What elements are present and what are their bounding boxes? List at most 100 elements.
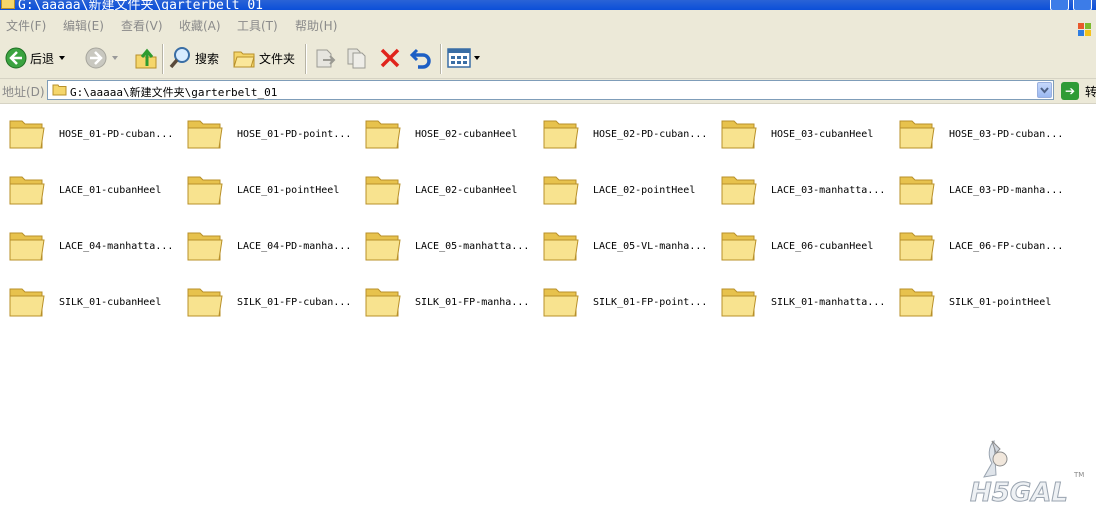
folders-icon (233, 51, 255, 68)
folder-icon (899, 288, 935, 317)
folder-name: LACE_02-pointHeel (593, 185, 696, 196)
folder-item[interactable]: LACE_03-manhatta... (716, 165, 894, 211)
folder-item[interactable]: LACE_04-manhatta... (4, 221, 182, 267)
folder-item[interactable]: SILK_01-manhatta... (716, 277, 894, 323)
chevron-down-icon[interactable] (59, 56, 66, 60)
folder-icon (721, 288, 757, 317)
file-list: HOSE_01-PD-cuban... HOSE_01-PD-point... HO… (0, 104, 1096, 507)
folder-icon (543, 120, 579, 149)
go-button[interactable]: ➔ 转 (1061, 82, 1096, 100)
folder-name: SILK_01-FP-point... (593, 297, 708, 308)
title-bar: G:\aaaaa\新建文件夹\garterbelt_01 (0, 0, 1096, 10)
folder-item[interactable]: SILK_01-pointHeel (894, 277, 1072, 323)
folder-icon (543, 232, 579, 261)
folder-icon (187, 176, 223, 205)
maximize-button[interactable] (1073, 0, 1092, 10)
back-button[interactable]: 后退 (5, 44, 66, 72)
folder-icon (899, 232, 935, 261)
move-to-button[interactable] (313, 44, 337, 72)
menu-file[interactable]: 文件(F) (6, 17, 46, 34)
address-dropdown-button[interactable] (1037, 82, 1052, 98)
address-label: 地址(D) (2, 85, 45, 99)
folder-item[interactable]: LACE_05-manhatta... (360, 221, 538, 267)
toolbar-separator (440, 44, 442, 74)
folder-icon (187, 288, 223, 317)
folder-item[interactable]: LACE_05-VL-manha... (538, 221, 716, 267)
folder-item[interactable]: HOSE_01-PD-cuban... (4, 109, 182, 155)
folder-icon (9, 288, 45, 317)
folder-icon (899, 176, 935, 205)
up-button[interactable] (134, 44, 158, 72)
folder-name: LACE_04-PD-manha... (237, 241, 352, 252)
windows-logo-icon (1078, 23, 1091, 36)
folder-icon (721, 176, 757, 205)
address-input[interactable]: G:\aaaaa\新建文件夹\garterbelt_01 (47, 80, 1054, 100)
go-label: 转 (1085, 84, 1096, 99)
forward-button[interactable] (85, 44, 118, 72)
folder-item[interactable]: HOSE_03-PD-cuban... (894, 109, 1072, 155)
folder-item[interactable]: SILK_01-FP-point... (538, 277, 716, 323)
folders-button[interactable]: 文件夹 (232, 44, 295, 72)
folder-item[interactable]: SILK_01-FP-manha... (360, 277, 538, 323)
menu-view[interactable]: 查看(V) (121, 17, 163, 34)
svg-text:TM: TM (1073, 471, 1084, 479)
toolbar-separator (305, 44, 307, 74)
menu-edit[interactable]: 编辑(E) (63, 17, 104, 34)
undo-icon (409, 48, 431, 69)
folder-icon (187, 232, 223, 261)
folder-item[interactable]: HOSE_02-cubanHeel (360, 109, 538, 155)
folder-item[interactable]: SILK_01-FP-cuban... (182, 277, 360, 323)
folder-name: LACE_03-PD-manha... (949, 185, 1064, 196)
folder-name: LACE_02-cubanHeel (415, 185, 518, 196)
folder-name: LACE_05-VL-manha... (593, 241, 708, 252)
menu-bar: 文件(F) 编辑(E) 查看(V) 收藏(A) 工具(T) 帮助(H) (0, 10, 1096, 39)
folder-item[interactable]: LACE_06-cubanHeel (716, 221, 894, 267)
folder-icon (365, 232, 401, 261)
folder-name: HOSE_01-PD-point... (237, 129, 352, 140)
folder-item[interactable]: HOSE_02-PD-cuban... (538, 109, 716, 155)
undo-button[interactable] (409, 44, 433, 72)
folder-icon (9, 232, 45, 261)
menu-favorites[interactable]: 收藏(A) (179, 17, 221, 34)
chevron-down-icon[interactable] (112, 56, 118, 60)
views-icon (447, 48, 471, 68)
folder-name: HOSE_02-PD-cuban... (593, 129, 708, 140)
folder-item[interactable]: LACE_03-PD-manha... (894, 165, 1072, 211)
search-label: 搜索 (195, 51, 220, 66)
search-magnifier-icon (169, 47, 190, 69)
folder-name: LACE_05-manhatta... (415, 241, 530, 252)
folder-icon (52, 84, 67, 96)
up-folder-icon (135, 48, 157, 69)
folder-item[interactable]: LACE_06-FP-cuban... (894, 221, 1072, 267)
folder-item[interactable]: SILK_01-cubanHeel (4, 277, 182, 323)
folder-item[interactable]: HOSE_01-PD-point... (182, 109, 360, 155)
folder-icon (899, 120, 935, 149)
window-title: G:\aaaaa\新建文件夹\garterbelt_01 (18, 0, 264, 10)
folder-name: SILK_01-manhatta... (771, 297, 886, 308)
chevron-down-icon[interactable] (474, 56, 480, 60)
folder-name: SILK_01-FP-manha... (415, 297, 530, 308)
folder-item[interactable]: LACE_02-cubanHeel (360, 165, 538, 211)
folder-name: HOSE_02-cubanHeel (415, 129, 518, 140)
folder-item[interactable]: HOSE_03-cubanHeel (716, 109, 894, 155)
folder-name: SILK_01-cubanHeel (59, 297, 162, 308)
forward-arrow-icon (85, 47, 107, 69)
toolbar: 后退 搜索 文件夹 (0, 38, 1096, 79)
search-button[interactable]: 搜索 (168, 44, 219, 72)
folder-name: SILK_01-pointHeel (949, 297, 1052, 308)
views-button[interactable] (447, 44, 480, 72)
folder-item[interactable]: LACE_01-pointHeel (182, 165, 360, 211)
delete-button[interactable] (378, 44, 402, 72)
menu-help[interactable]: 帮助(H) (295, 17, 337, 34)
copy-to-button[interactable] (345, 44, 369, 72)
menu-tools[interactable]: 工具(T) (237, 17, 278, 34)
copy-to-icon (347, 48, 366, 69)
minimize-button[interactable] (1050, 0, 1069, 10)
chevron-down-icon (1040, 87, 1049, 94)
folder-item[interactable]: LACE_02-pointHeel (538, 165, 716, 211)
folder-icon (721, 232, 757, 261)
folder-item[interactable]: LACE_04-PD-manha... (182, 221, 360, 267)
folder-icon (365, 120, 401, 149)
folder-name: LACE_01-cubanHeel (59, 185, 162, 196)
folder-item[interactable]: LACE_01-cubanHeel (4, 165, 182, 211)
